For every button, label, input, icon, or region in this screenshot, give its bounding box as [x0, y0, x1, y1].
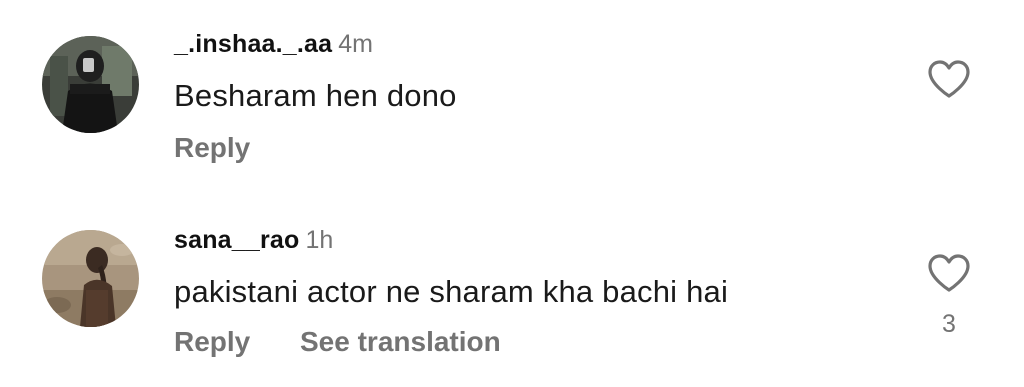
comment-item: sana__rao 1h pakistani actor ne sharam kh… — [0, 190, 1024, 387]
like-button[interactable] — [926, 252, 972, 294]
comment-text: Besharam hen dono — [174, 78, 457, 113]
avatar[interactable] — [42, 230, 139, 327]
timestamp: 1h — [305, 226, 334, 254]
username[interactable]: sana__rao — [174, 226, 300, 254]
username[interactable]: _.inshaa._.aa — [174, 30, 332, 58]
user-avatar-icon — [42, 230, 139, 327]
heart-outline-icon — [928, 60, 970, 98]
comment-header: _.inshaa._.aa 4m — [174, 30, 373, 59]
comment-text: pakistani actor ne sharam kha bachi hai — [174, 274, 729, 309]
see-translation-button[interactable]: See translation — [300, 326, 501, 358]
heart-outline-icon — [928, 254, 970, 292]
reply-button[interactable]: Reply — [174, 326, 250, 358]
comment-item: _.inshaa._.aa 4m Besharam hen dono Reply — [0, 0, 1024, 190]
comment-header: sana__rao 1h — [174, 226, 333, 255]
like-count: 3 — [942, 310, 956, 338]
avatar[interactable] — [42, 36, 139, 133]
like-button[interactable] — [926, 58, 972, 100]
user-avatar-icon — [42, 36, 139, 133]
timestamp: 4m — [338, 30, 373, 58]
reply-button[interactable]: Reply — [174, 132, 250, 164]
